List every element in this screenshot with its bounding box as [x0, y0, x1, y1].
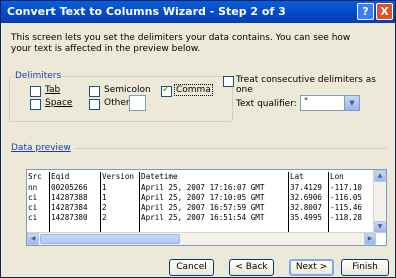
preview-cell: ci — [28, 193, 38, 202]
vertical-scrollbar[interactable]: ▲ ▼ — [373, 170, 386, 233]
intro-text: This screen lets you set the delimiters … — [11, 33, 351, 54]
preview-cell: -116.05 — [330, 193, 363, 202]
scroll-right-icon[interactable]: ▶ — [364, 233, 376, 245]
horizontal-scrollbar[interactable]: ◀ ▶ — [27, 232, 376, 245]
preview-cell: Datetime — [141, 172, 178, 181]
preview-cell: 1 — [102, 193, 107, 202]
preview-grid: Src Eqid Version Datetime Lat Lon nn 002… — [27, 172, 376, 234]
preview-cell: 14287388 — [51, 193, 88, 202]
next-button[interactable]: Next > — [289, 259, 334, 276]
window-title: Convert Text to Columns Wizard - Step 2 … — [7, 5, 286, 18]
preview-cell: 32.8007 — [290, 203, 323, 212]
preview-cell: 32.6906 — [290, 193, 323, 202]
space-checkbox[interactable] — [30, 99, 41, 110]
preview-cell: -118.28 — [330, 213, 363, 222]
space-label[interactable]: Space — [45, 98, 72, 108]
preview-cell: Lat — [290, 172, 304, 181]
preview-cell: Src — [28, 172, 42, 181]
text-qualifier-select[interactable]: " ▼ — [300, 95, 360, 111]
preview-cell: Lon — [330, 172, 344, 181]
semicolon-checkbox[interactable] — [89, 86, 100, 97]
preview-cell: -117.10 — [330, 183, 363, 192]
column-separator[interactable] — [288, 172, 289, 234]
horizontal-scroll-thumb[interactable] — [40, 234, 180, 244]
treat-consecutive-checkbox[interactable] — [223, 76, 234, 87]
divider — [75, 148, 387, 149]
close-button[interactable]: X — [376, 3, 393, 20]
preview-cell: April 25, 2007 16:51:54 GMT — [141, 213, 265, 222]
column-separator[interactable] — [100, 172, 101, 234]
data-preview-label: Data preview — [11, 143, 71, 153]
text-qualifier-label: Text qualifier: — [236, 99, 297, 109]
other-delimiter-input[interactable] — [129, 95, 146, 111]
comma-checkbox[interactable] — [161, 84, 172, 97]
wizard-dialog: Convert Text to Columns Wizard - Step 2 … — [0, 0, 396, 278]
column-separator[interactable] — [49, 172, 50, 234]
preview-cell: 14287380 — [51, 213, 88, 222]
preview-cell: 00205266 — [51, 183, 88, 192]
preview-cell: 14287384 — [51, 203, 88, 212]
chevron-down-icon[interactable]: ▼ — [344, 96, 359, 110]
finish-button[interactable]: Finish — [341, 259, 389, 276]
column-separator[interactable] — [328, 172, 329, 234]
help-button[interactable]: ? — [357, 3, 374, 20]
preview-cell: -115.46 — [330, 203, 363, 212]
preview-cell: 1 — [102, 183, 107, 192]
comma-label[interactable]: Comma — [174, 84, 213, 96]
preview-cell: Eqid — [51, 172, 70, 181]
treat-consecutive-label[interactable]: Treat consecutive delimiters as one — [236, 75, 395, 95]
preview-cell: 2 — [102, 203, 107, 212]
other-checkbox[interactable] — [89, 99, 100, 110]
preview-cell: 37.4129 — [290, 183, 323, 192]
title-bar[interactable]: Convert Text to Columns Wizard - Step 2 … — [1, 1, 395, 23]
preview-cell: 35.4995 — [290, 213, 323, 222]
text-qualifier-value: " — [304, 97, 309, 107]
preview-cell: April 25, 2007 17:10:05 GMT — [141, 193, 265, 202]
semicolon-label[interactable]: Semicolon — [104, 85, 151, 95]
tab-checkbox[interactable] — [30, 86, 41, 97]
preview-cell: Version — [102, 172, 135, 181]
preview-cell: ci — [28, 213, 38, 222]
data-preview-box[interactable]: Src Eqid Version Datetime Lat Lon nn 002… — [26, 169, 387, 246]
tab-label[interactable]: Tab — [45, 85, 60, 95]
delimiters-group-label: Delimiters — [13, 71, 64, 81]
preview-cell: ci — [28, 203, 38, 212]
preview-cell: April 25, 2007 16:57:59 GMT — [141, 203, 265, 212]
cancel-button[interactable]: Cancel — [169, 259, 214, 276]
back-button[interactable]: < Back — [229, 259, 274, 276]
preview-cell: nn — [28, 183, 38, 192]
scroll-left-icon[interactable]: ◀ — [27, 233, 39, 245]
column-separator[interactable] — [139, 172, 140, 234]
preview-cell: April 25, 2007 17:16:07 GMT — [141, 183, 265, 192]
preview-cell: 2 — [102, 213, 107, 222]
scroll-up-icon[interactable]: ▲ — [374, 170, 386, 182]
